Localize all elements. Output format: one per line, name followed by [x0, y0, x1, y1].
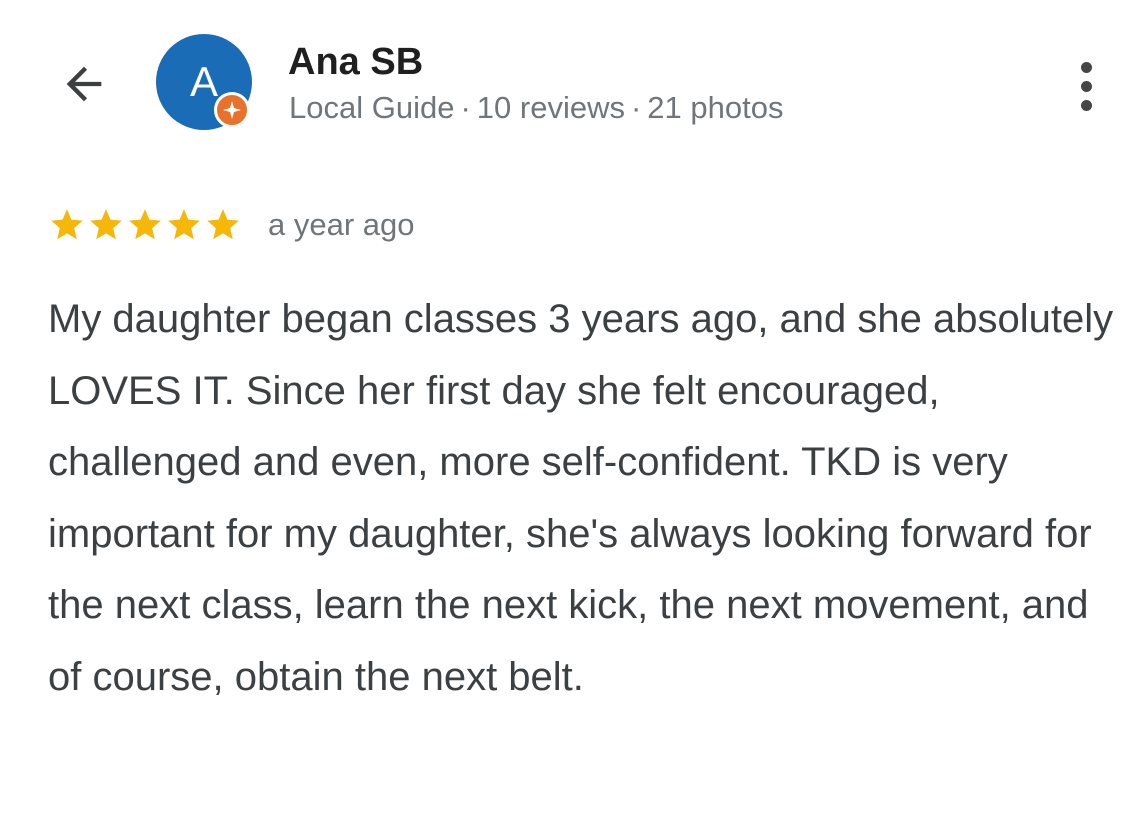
meta-separator: ·: [630, 90, 642, 125]
compass-star-icon: [223, 101, 241, 119]
rating-row: a year ago: [48, 200, 415, 250]
star-icon: [168, 209, 200, 240]
meta-separator: ·: [460, 90, 471, 125]
star-rating: [48, 206, 242, 244]
arrow-left-icon: [66, 66, 102, 102]
local-guide-label: Local Guide: [289, 90, 455, 125]
more-vertical-icon: [1080, 80, 1092, 92]
more-vertical-icon: [1080, 61, 1092, 73]
star-icon: [207, 209, 239, 240]
star-icon: [51, 209, 83, 240]
review-time: a year ago: [268, 207, 415, 242]
user-meta: Local Guide · 10 reviews · 21 photos: [289, 88, 783, 128]
review-header: A Ana SB Local Guide · 10 reviews · 21 photo…: [0, 0, 1143, 150]
star-icon: [90, 209, 122, 240]
local-guide-badge-icon: [214, 92, 250, 128]
back-button[interactable]: [52, 52, 116, 116]
review-text: My daughter began classes 3 years ago, a…: [48, 297, 1114, 699]
star-icon: [129, 209, 161, 240]
more-options-button[interactable]: [1064, 54, 1108, 118]
user-name[interactable]: Ana SB: [288, 40, 423, 84]
photos-count: 21 photos: [647, 90, 784, 125]
avatar[interactable]: A: [156, 34, 252, 130]
more-vertical-icon: [1080, 99, 1092, 111]
reviews-count: 10 reviews: [476, 90, 625, 125]
